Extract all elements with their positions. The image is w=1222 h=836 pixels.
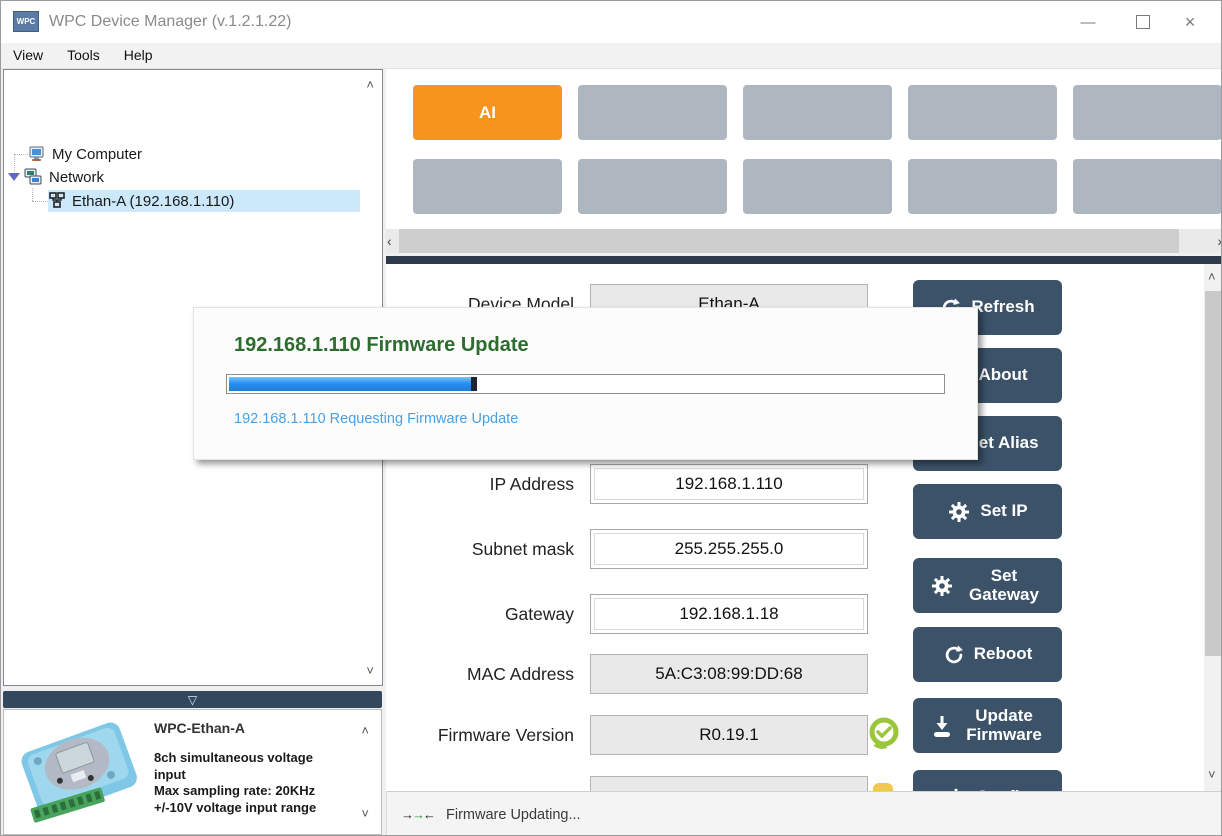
tree-item-label: Network	[49, 169, 104, 186]
reboot-button[interactable]: Reboot	[913, 627, 1062, 682]
menu-help[interactable]: Help	[112, 43, 165, 68]
ip-address-input[interactable]: 192.168.1.110	[590, 464, 868, 504]
firmware-version-value: R0.19.1	[590, 715, 868, 755]
close-icon: ×	[1185, 12, 1196, 33]
app-logo-icon: WPC	[13, 11, 39, 32]
field-label: Firmware Version	[386, 715, 574, 755]
config-button[interactable]: Config	[913, 770, 1062, 791]
clipped-field	[590, 776, 868, 791]
scroll-down-icon[interactable]: ˅	[1208, 768, 1216, 781]
firmware-ok-icon	[865, 715, 903, 760]
title-bar: WPC WPC Device Manager (v.1.2.1.22) — ×	[1, 1, 1221, 44]
tree-item-device-selected[interactable]: Ethan-A (192.168.1.110)	[48, 190, 360, 212]
horizontal-scrollbar[interactable]: ‹ ›	[386, 229, 1222, 253]
firmware-warning-icon	[873, 783, 893, 791]
device-info-panel: WPC-Ethan-A 8ch simultaneous voltage inp…	[3, 709, 382, 835]
tree-item-network[interactable]: Network	[6, 166, 104, 188]
module-tab-placeholder[interactable]	[743, 159, 892, 214]
menu-bar: View Tools Help	[1, 43, 1221, 69]
firmware-update-dialog: 192.168.1.110 Firmware Update 192.168.1.…	[193, 307, 978, 460]
progress-bar	[226, 374, 945, 394]
field-label: MAC Address	[386, 654, 574, 694]
gear-icon	[930, 574, 954, 598]
minimize-button[interactable]: —	[1065, 1, 1111, 43]
scroll-up-icon[interactable]: ˄	[1208, 270, 1216, 283]
collapse-triangle-icon: ▽	[188, 694, 197, 706]
window-title: WPC Device Manager (v.1.2.1.22)	[49, 1, 291, 43]
scroll-right-icon[interactable]: ›	[1217, 233, 1222, 249]
module-tab-placeholder[interactable]	[908, 85, 1057, 140]
horizontal-scrollbar-thumb[interactable]	[399, 229, 1179, 253]
module-tab-placeholder[interactable]	[1073, 85, 1222, 140]
collapse-splitter-bar[interactable]: ▽	[3, 691, 382, 708]
download-icon	[930, 714, 954, 738]
module-tab-placeholder[interactable]	[1073, 159, 1222, 214]
tree-guide-line	[14, 154, 28, 155]
app-window: WPC WPC Device Manager (v.1.2.1.22) — × …	[0, 0, 1222, 836]
tree-guide-line	[32, 188, 33, 201]
gateway-input[interactable]: 192.168.1.18	[590, 594, 868, 634]
close-button[interactable]: ×	[1167, 1, 1213, 43]
status-bar: →→← Firmware Updating...	[386, 791, 1222, 836]
set-ip-button[interactable]: Set IP	[913, 484, 1062, 539]
expander-icon[interactable]	[8, 173, 20, 181]
field-label: Gateway	[386, 594, 574, 634]
progress-fill	[229, 377, 471, 391]
module-tab-placeholder[interactable]	[908, 159, 1057, 214]
field-label: IP Address	[386, 464, 574, 504]
module-tab-ai[interactable]: AI	[413, 85, 562, 140]
module-tab-placeholder[interactable]	[578, 85, 727, 140]
mac-address-value: 5A:C3:08:99:DD:68	[590, 654, 868, 694]
progress-cursor	[471, 377, 477, 391]
dialog-status-text: 192.168.1.110 Requesting Firmware Update	[234, 411, 518, 427]
tree-item-label: My Computer	[52, 146, 142, 163]
update-firmware-button[interactable]: Update Firmware	[913, 698, 1062, 753]
module-tab-area: AI	[386, 69, 1222, 229]
vertical-scrollbar[interactable]: ˄ ˅	[1204, 264, 1222, 791]
menu-view[interactable]: View	[1, 43, 55, 68]
set-gateway-button[interactable]: Set Gateway	[913, 558, 1062, 613]
gear-icon	[947, 500, 971, 524]
section-separator	[386, 256, 1222, 264]
reboot-icon	[943, 644, 965, 666]
maximize-icon	[1136, 15, 1150, 29]
tree-scroll-up-icon[interactable]: ˄	[366, 78, 374, 91]
tree-item-label: Ethan-A (192.168.1.110)	[72, 193, 234, 210]
info-scroll-down-icon[interactable]: ˅	[361, 807, 369, 820]
device-info-description: 8ch simultaneous voltage input Max sampl…	[154, 750, 326, 817]
module-row-1: AI	[413, 85, 1222, 140]
device-node-icon	[48, 192, 66, 210]
network-icon	[23, 168, 43, 186]
minimize-icon: —	[1081, 14, 1096, 31]
computer-icon	[28, 145, 46, 163]
field-label: Subnet mask	[386, 529, 574, 569]
module-row-2	[413, 159, 1222, 214]
info-scroll-up-icon[interactable]: ˄	[361, 724, 369, 737]
vertical-scrollbar-thumb[interactable]	[1205, 291, 1222, 656]
transfer-arrows-icon: →→←	[401, 807, 434, 822]
module-tab-placeholder[interactable]	[413, 159, 562, 214]
subnet-mask-input[interactable]: 255.255.255.0	[590, 529, 868, 569]
device-info-name: WPC-Ethan-A	[154, 720, 245, 736]
menu-tools[interactable]: Tools	[55, 43, 112, 68]
tree-scroll-down-icon[interactable]: ˅	[366, 664, 374, 677]
maximize-button[interactable]	[1120, 1, 1166, 43]
tree-item-my-computer[interactable]: My Computer	[28, 143, 142, 165]
scroll-left-icon[interactable]: ‹	[387, 233, 392, 249]
module-tab-placeholder[interactable]	[578, 159, 727, 214]
device-photo	[8, 712, 148, 832]
status-text: Firmware Updating...	[446, 807, 581, 823]
dialog-title: 192.168.1.110 Firmware Update	[234, 334, 529, 357]
module-tab-placeholder[interactable]	[743, 85, 892, 140]
